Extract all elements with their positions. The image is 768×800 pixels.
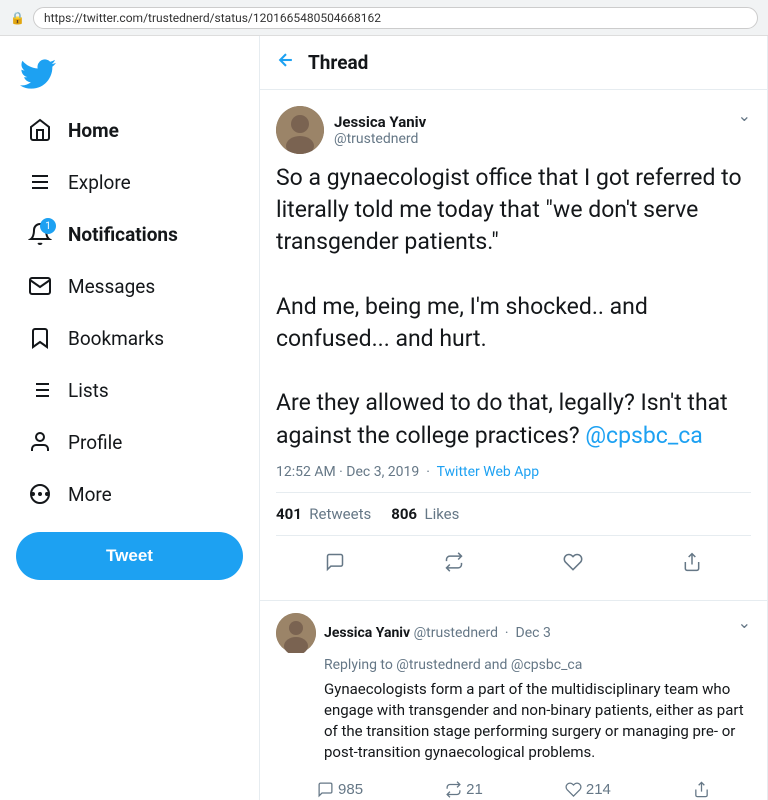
list-icon [28, 378, 52, 402]
sidebar: Home Explore 1 Notifications [0, 36, 260, 800]
reply-retweet-count-0: 21 [466, 781, 483, 798]
tweet-header: Jessica Yaniv @trustednerd ⌄ [276, 106, 751, 154]
notification-badge: 1 [40, 218, 56, 234]
reply-to-0: Replying to @trustednerd and @cpsbc_ca [276, 657, 751, 673]
like-label: Likes [425, 505, 460, 523]
reply-header-0: Jessica Yaniv @trustednerd · Dec 3 ⌄ [276, 613, 751, 653]
reply-avatar-0 [276, 613, 316, 653]
reply-like-btn-0[interactable]: 214 [557, 775, 619, 800]
tweet-author-handle: @trustednerd [334, 131, 426, 147]
thread-header: Thread [260, 36, 767, 90]
reply-comment-count-0: 985 [338, 781, 363, 798]
tweet-user-text: Jessica Yaniv @trustednerd [334, 113, 426, 147]
sidebar-item-home[interactable]: Home [8, 106, 251, 154]
explore-icon [28, 170, 52, 194]
tweet-stats: 401 Retweets 806 Likes [276, 492, 751, 536]
tweet-body: So a gynaecologist office that I got ref… [276, 162, 751, 452]
retweet-button[interactable] [436, 544, 472, 580]
tweet-options-chevron[interactable]: ⌄ [738, 106, 751, 125]
back-button[interactable] [276, 50, 296, 75]
like-count[interactable]: 806 Likes [391, 505, 459, 523]
app-container: Home Explore 1 Notifications [0, 36, 768, 800]
reply-share-btn-0[interactable] [685, 775, 718, 800]
bookmarks-label: Bookmarks [68, 327, 164, 350]
reply-button[interactable] [317, 544, 353, 580]
notifications-label: Notifications [68, 223, 178, 246]
tweet-action-bar [276, 540, 751, 584]
reply-options-0[interactable]: ⌄ [738, 613, 751, 632]
tweet-metadata: 12:52 AM · Dec 3, 2019 · Twitter Web App [276, 464, 751, 480]
explore-label: Explore [68, 171, 131, 194]
sidebar-item-messages[interactable]: Messages [8, 262, 251, 310]
tweet-timestamp: 12:52 AM · Dec 3, 2019 [276, 464, 419, 480]
retweet-number: 401 [276, 505, 302, 523]
tweet-user-info: Jessica Yaniv @trustednerd [276, 106, 426, 154]
reply-user-info-0: Jessica Yaniv @trustednerd · Dec 3 [324, 625, 551, 641]
sidebar-item-explore[interactable]: Explore [8, 158, 251, 206]
profile-label: Profile [68, 431, 122, 454]
like-button[interactable] [555, 544, 591, 580]
main-tweet-avatar [276, 106, 324, 154]
bookmark-icon [28, 326, 52, 350]
reply-actions-0: 985 21 214 [276, 773, 751, 800]
main-content: Thread [260, 36, 768, 800]
thread-title: Thread [308, 51, 368, 74]
reply-card-0: Jessica Yaniv @trustednerd · Dec 3 ⌄ Rep… [260, 601, 767, 800]
lists-label: Lists [68, 379, 109, 402]
tweet-button[interactable]: Tweet [16, 532, 243, 580]
more-icon [28, 482, 52, 506]
twitter-logo[interactable] [0, 44, 259, 104]
retweet-label: Retweets [309, 505, 371, 523]
tweet-source[interactable]: Twitter Web App [437, 464, 540, 480]
sidebar-item-notifications[interactable]: 1 Notifications [8, 210, 251, 258]
messages-label: Messages [68, 275, 155, 298]
mail-icon [28, 274, 52, 298]
sidebar-item-more[interactable]: More [8, 470, 251, 518]
reply-user-0: Jessica Yaniv @trustednerd · Dec 3 [276, 613, 551, 653]
lock-icon: 🔒 [10, 11, 25, 25]
share-button[interactable] [674, 544, 710, 580]
sidebar-item-profile[interactable]: Profile [8, 418, 251, 466]
browser-bar: 🔒 https://twitter.com/trustednerd/status… [0, 0, 768, 36]
reply-comment-btn-0[interactable]: 985 [309, 775, 371, 800]
home-icon [28, 118, 52, 142]
reply-author-name-0: Jessica Yaniv [324, 625, 410, 641]
reply-handle-time-0: @trustednerd · Dec 3 [414, 625, 551, 641]
more-label: More [68, 483, 112, 506]
main-tweet-card: Jessica Yaniv @trustednerd ⌄ So a gynaec… [260, 90, 767, 601]
reply-body-0: Gynaecologists form a part of the multid… [276, 679, 751, 763]
tweet-author-name: Jessica Yaniv [334, 113, 426, 131]
retweet-count[interactable]: 401 Retweets [276, 505, 371, 523]
bell-icon: 1 [28, 222, 52, 246]
reply-retweet-btn-0[interactable]: 21 [437, 775, 491, 800]
person-icon [28, 430, 52, 454]
avatar-placeholder [276, 106, 324, 154]
reply-like-count-0: 214 [586, 781, 611, 798]
sidebar-item-lists[interactable]: Lists [8, 366, 251, 414]
home-label: Home [68, 119, 119, 142]
address-bar[interactable]: https://twitter.com/trustednerd/status/1… [33, 7, 758, 29]
like-number: 806 [391, 505, 417, 523]
mention-cpsbc[interactable]: @cpsbc_ca [585, 422, 702, 449]
sidebar-item-bookmarks[interactable]: Bookmarks [8, 314, 251, 362]
